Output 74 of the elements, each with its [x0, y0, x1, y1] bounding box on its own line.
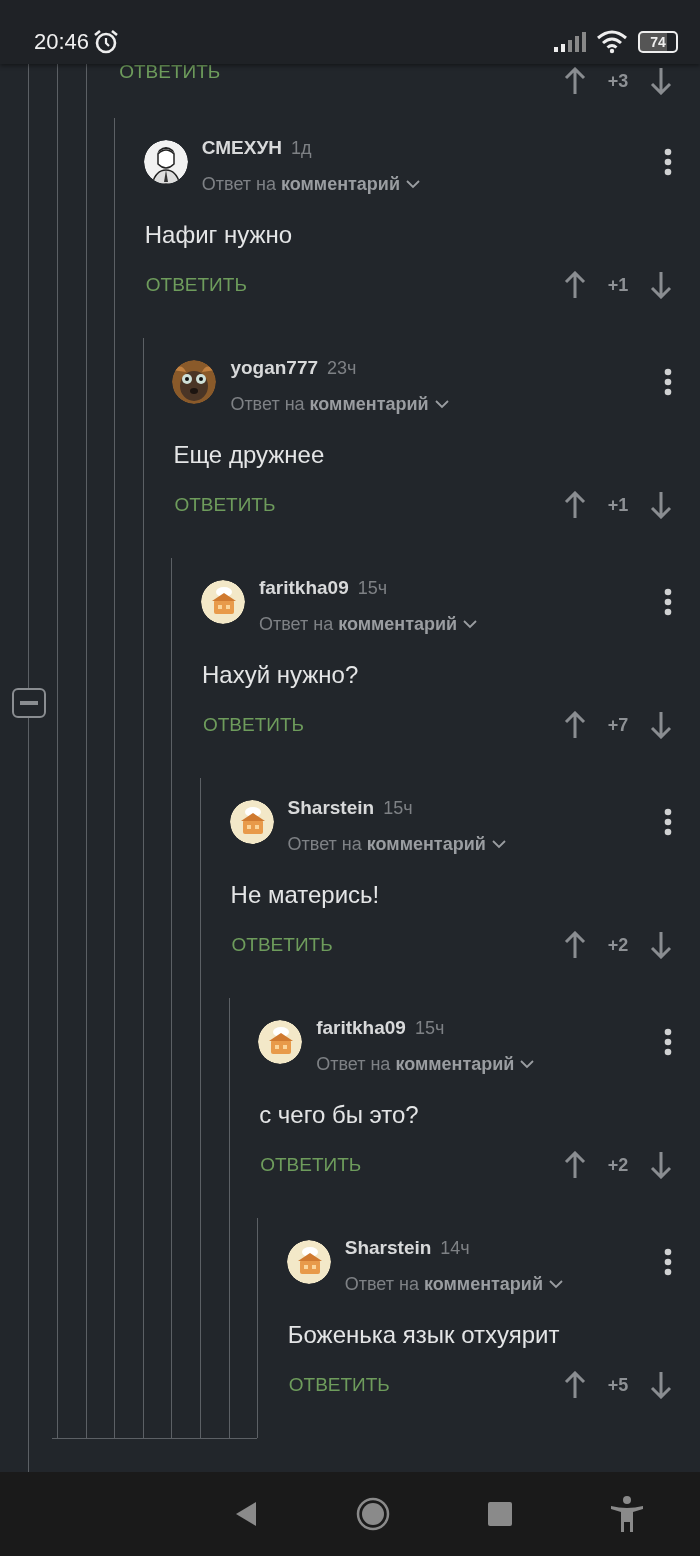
collapse-button[interactable]: [11, 688, 46, 718]
clock: 20:46: [34, 29, 90, 55]
comment-time: 15ч: [414, 1018, 445, 1039]
upvote-button[interactable]: [564, 1371, 586, 1399]
reply-button[interactable]: ОТВЕТИТЬ: [229, 934, 333, 956]
chevron-down-icon[interactable]: [463, 619, 478, 629]
comment-text: Нахуй нужно?: [200, 660, 360, 690]
accessibility-icon[interactable]: [610, 1496, 644, 1532]
comment-time: 1д: [290, 138, 312, 159]
downvote-button[interactable]: [650, 271, 672, 299]
battery-icon: 74: [638, 31, 678, 53]
upvote-button[interactable]: [564, 711, 586, 739]
upvote-button[interactable]: [564, 931, 586, 959]
comment-time: 15ч: [383, 798, 413, 819]
author-name[interactable]: yogan777: [230, 357, 319, 379]
upvote-button[interactable]: [564, 1151, 586, 1179]
reply-to-link[interactable]: Ответ на комментарий: [344, 1273, 543, 1295]
author-name[interactable]: Sharstein: [287, 797, 375, 819]
downvote-button[interactable]: [650, 67, 672, 95]
downvote-button[interactable]: [650, 1371, 672, 1399]
reply-button[interactable]: ОТВЕТИТЬ: [258, 1154, 362, 1176]
author-name[interactable]: faritkha09: [258, 577, 349, 599]
comment-time: 23ч: [327, 358, 357, 379]
chevron-down-icon[interactable]: [491, 839, 506, 849]
reply-button[interactable]: ОТВЕТИТЬ: [117, 61, 221, 83]
comment-text: с чего бы это?: [258, 1100, 420, 1130]
reply-to-link[interactable]: Ответ на комментарий: [287, 833, 486, 855]
minus-icon: [19, 701, 38, 705]
score: +1: [606, 494, 630, 516]
reply-button[interactable]: ОТВЕТИТЬ: [143, 274, 247, 296]
chevron-down-icon[interactable]: [434, 399, 449, 409]
home-icon[interactable]: [356, 1497, 390, 1531]
score: +3: [606, 70, 630, 92]
downvote-button[interactable]: [650, 1151, 672, 1179]
score: +7: [606, 714, 630, 736]
author-name[interactable]: faritkha09: [316, 1017, 406, 1039]
score: +5: [606, 1374, 630, 1396]
reply-button[interactable]: ОТВЕТИТЬ: [286, 1374, 390, 1396]
score: +1: [606, 274, 630, 296]
reply-to-link[interactable]: Ответ на комментарий: [201, 173, 400, 195]
downvote-button[interactable]: [650, 931, 672, 959]
more-options-icon[interactable]: [664, 1028, 672, 1056]
author-name[interactable]: Sharstein: [344, 1237, 432, 1259]
upvote-button[interactable]: [564, 271, 586, 299]
comment-time: 15ч: [357, 578, 388, 599]
score: +2: [606, 934, 630, 956]
chevron-down-icon[interactable]: [548, 1279, 563, 1289]
upvote-button[interactable]: [564, 67, 586, 95]
comment-time: 14ч: [440, 1238, 470, 1259]
upvote-button[interactable]: [564, 491, 586, 519]
score: +2: [606, 1154, 630, 1176]
comment-text: Нафиг нужно: [143, 220, 294, 250]
comment-text: Еще дружнее: [172, 440, 326, 470]
reply-button[interactable]: ОТВЕТИТЬ: [200, 714, 305, 736]
more-options-icon[interactable]: [664, 148, 672, 176]
alarm-icon: [93, 29, 120, 55]
reply-button[interactable]: ОТВЕТИТЬ: [172, 494, 276, 516]
reply-to-link[interactable]: Ответ на комментарий: [316, 1053, 515, 1075]
back-icon[interactable]: [234, 1501, 258, 1527]
reply-to-link[interactable]: Ответ на комментарий: [258, 613, 458, 635]
downvote-button[interactable]: [650, 711, 672, 739]
chevron-down-icon[interactable]: [520, 1059, 535, 1069]
author-name[interactable]: СМЕХУН: [201, 137, 282, 159]
more-options-icon[interactable]: [664, 368, 672, 396]
reply-to-link[interactable]: Ответ на комментарий: [230, 393, 429, 415]
downvote-button[interactable]: [650, 491, 672, 519]
wifi-icon: [596, 30, 628, 54]
comment-text: Боженька язык отхуярит: [286, 1320, 561, 1350]
more-options-icon[interactable]: [664, 808, 672, 836]
signal-icon: [554, 32, 586, 52]
more-options-icon[interactable]: [664, 588, 672, 616]
comment-text: Не матерись!: [229, 880, 381, 910]
more-options-icon[interactable]: [664, 1248, 672, 1276]
chevron-down-icon[interactable]: [406, 179, 420, 189]
